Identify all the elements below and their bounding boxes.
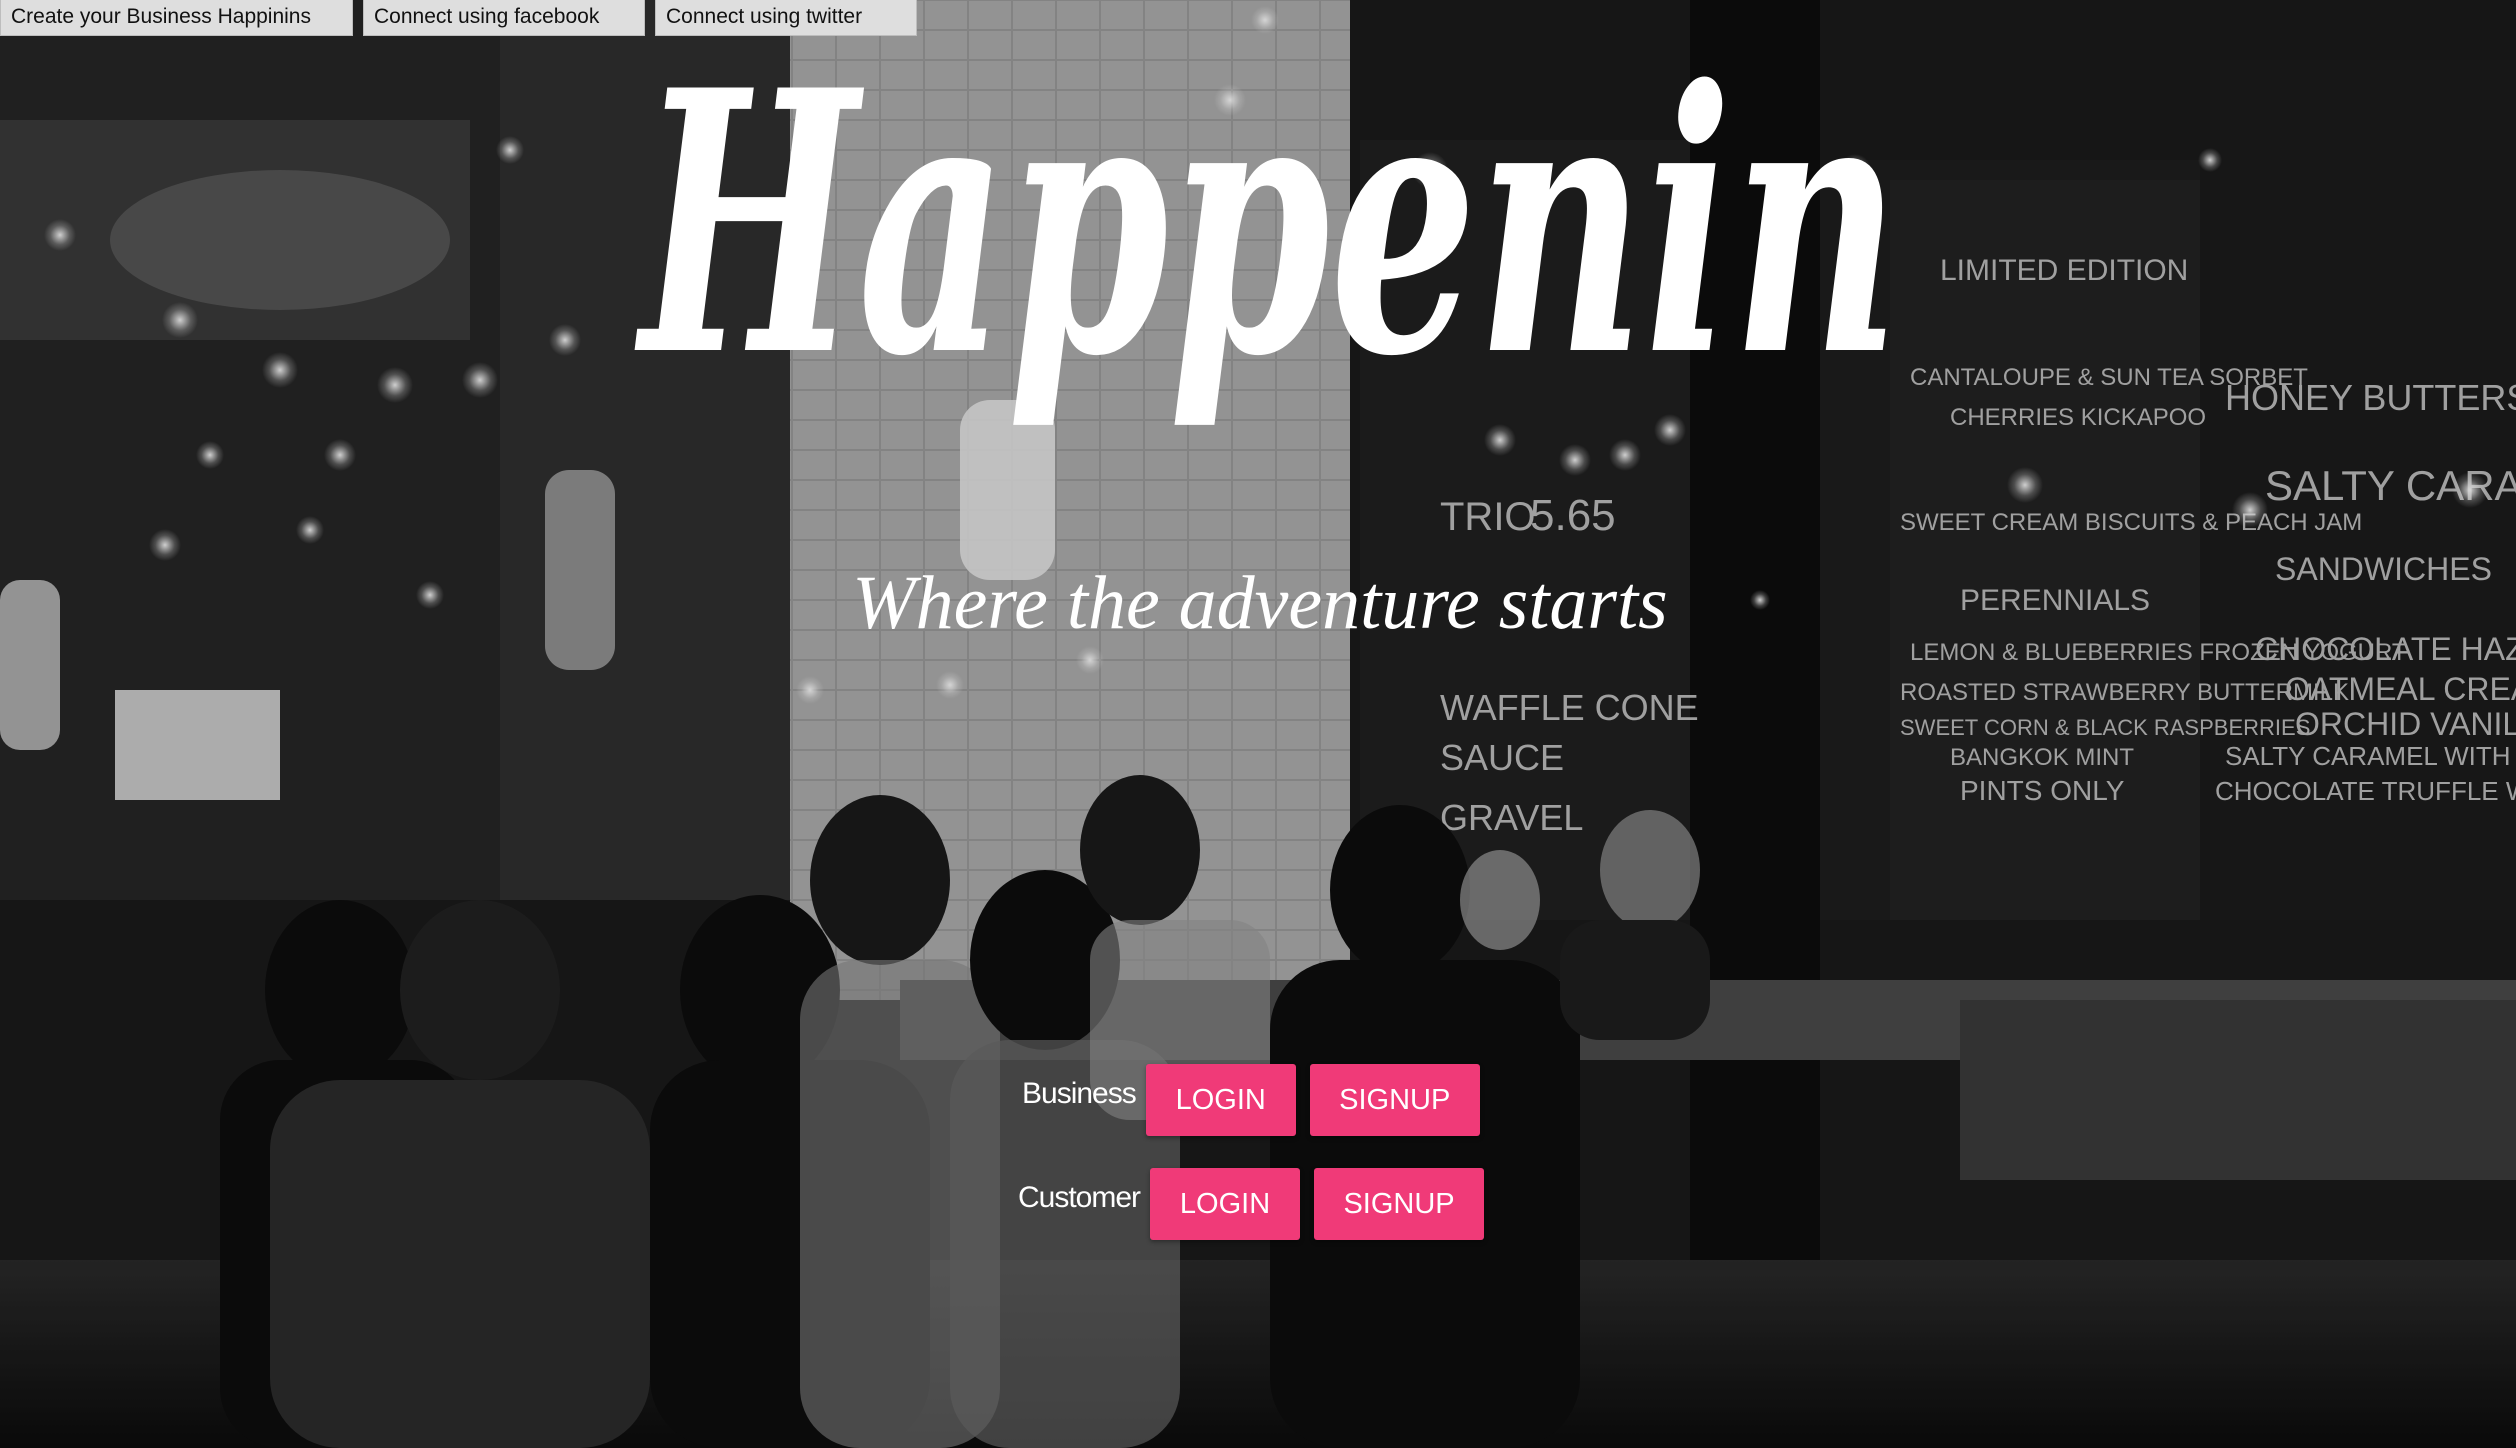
tagline: Where the adventure starts (852, 561, 1668, 645)
customer-auth-row: Customer LOGIN SIGNUP (1018, 1168, 1498, 1240)
logo-text: Happenin (633, 12, 1900, 430)
business-label: Business (1022, 1077, 1137, 1110)
happenin-logo: Happenin (633, 12, 1900, 430)
business-login-button[interactable]: LOGIN (1145, 1064, 1296, 1136)
customer-label: Customer (1018, 1181, 1141, 1214)
business-auth-row: Business LOGIN SIGNUP (1022, 1064, 1494, 1136)
top-link-bar: Create your Business Happinins Connect u… (0, 0, 917, 36)
twitter-connect-button[interactable]: Connect using twitter (655, 0, 917, 36)
landing-page: LIMITED EDITION CANTALOUPE & SUN TEA SOR… (0, 0, 2516, 1448)
customer-signup-button[interactable]: SIGNUP (1314, 1168, 1485, 1240)
facebook-connect-button[interactable]: Connect using facebook (363, 0, 645, 36)
business-signup-button[interactable]: SIGNUP (1309, 1064, 1480, 1136)
create-business-button[interactable]: Create your Business Happinins (0, 0, 353, 36)
customer-login-button[interactable]: LOGIN (1150, 1168, 1301, 1240)
